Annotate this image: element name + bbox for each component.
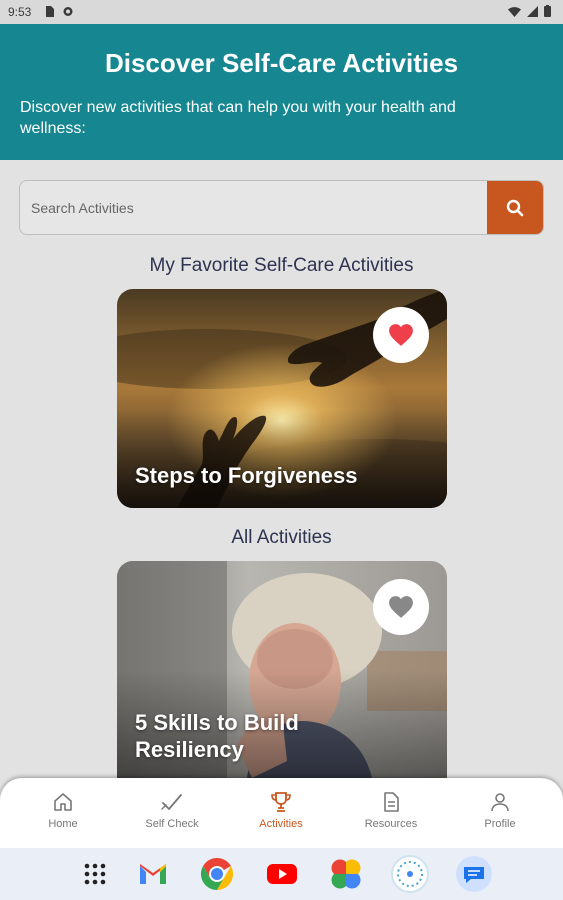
home-icon	[54, 793, 72, 811]
search-button[interactable]	[487, 181, 543, 234]
page-header: Discover Self-Care Activities Discover n…	[0, 24, 563, 160]
page-title: Discover Self-Care Activities	[104, 48, 459, 78]
messages-icon[interactable]	[454, 854, 494, 894]
favorites-heading: My Favorite Self-Care Activities	[149, 255, 414, 276]
search-bar	[19, 180, 544, 235]
system-dock	[0, 848, 563, 900]
nav-self-check-label: Self Check	[145, 818, 199, 830]
activity-card-5-skills-to-build-resiliency[interactable]: 5 Skills to Build Resiliency	[117, 561, 447, 778]
all-activities-heading: All Activities	[231, 527, 332, 548]
nav-resources[interactable]: Resources	[351, 790, 431, 830]
nav-resources-label: Resources	[364, 818, 418, 830]
card-title: Steps to Forgiveness	[135, 463, 358, 488]
chrome-icon[interactable]	[197, 854, 237, 894]
search-icon	[506, 199, 524, 216]
bottom-navigation: Home Self Check Activities Resources Pro…	[0, 778, 563, 848]
trophy-icon	[271, 792, 291, 812]
activity-card-steps-to-forgiveness[interactable]: Steps to Forgiveness	[117, 289, 447, 508]
nav-activities-label: Activities	[259, 818, 303, 830]
nav-self-check[interactable]: Self Check	[132, 790, 212, 830]
status-bar: 9:53	[0, 0, 563, 24]
photos-icon[interactable]	[326, 854, 366, 894]
app-drawer-icon[interactable]	[75, 854, 115, 894]
battery-icon	[544, 5, 551, 17]
nav-profile[interactable]: Profile	[460, 790, 540, 830]
nav-activities[interactable]: Activities	[241, 790, 321, 830]
person-icon	[491, 793, 509, 812]
sim-card-icon	[46, 6, 54, 17]
card-title: 5 Skills to Build Resiliency	[135, 710, 299, 762]
signal-icon	[527, 5, 538, 17]
page-subtitle: Discover new activities that can help yo…	[20, 99, 456, 137]
assistant-icon[interactable]	[390, 854, 430, 894]
heart-outline-icon	[389, 596, 413, 618]
shield-icon	[63, 7, 73, 16]
heart-filled-icon	[389, 324, 413, 346]
document-icon	[384, 792, 399, 812]
youtube-icon[interactable]	[262, 854, 302, 894]
status-time: 9:53	[8, 5, 32, 19]
nav-home[interactable]: Home	[23, 790, 103, 830]
nav-profile-label: Profile	[484, 818, 516, 830]
checkmark-icon	[161, 794, 182, 810]
favorite-button[interactable]	[373, 579, 429, 635]
nav-home-label: Home	[48, 818, 78, 830]
wifi-icon	[508, 6, 521, 17]
search-input[interactable]	[20, 181, 488, 234]
favorite-button[interactable]	[373, 307, 429, 363]
gmail-icon[interactable]	[133, 854, 173, 894]
